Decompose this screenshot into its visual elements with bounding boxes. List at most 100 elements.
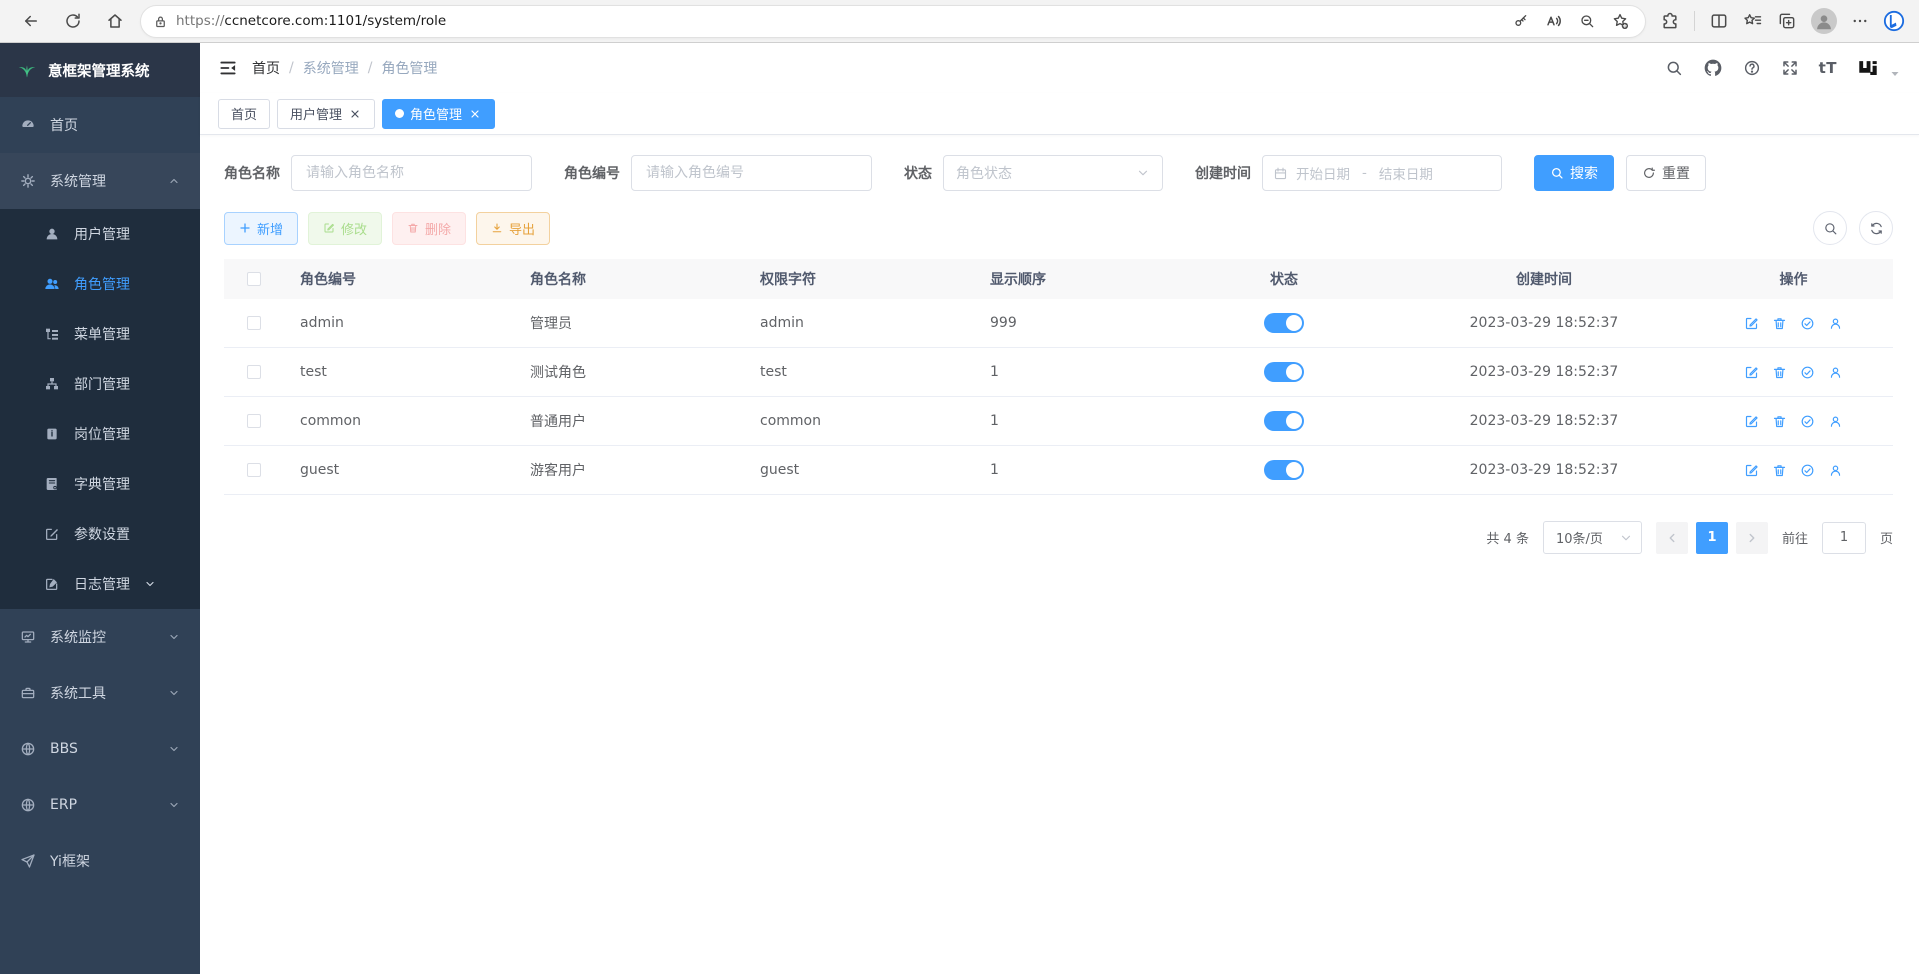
sidebar-item-department-management[interactable]: 部门管理: [0, 359, 200, 409]
table-row: test 测试角色 test 1 2023-03-29 18:52:37: [224, 348, 1893, 397]
app-logo[interactable]: 意框架管理系统: [0, 43, 200, 97]
sidebar-item-system-monitor[interactable]: 系统监控: [0, 609, 200, 665]
help-icon[interactable]: [1743, 59, 1761, 77]
show-search-toggle-button[interactable]: [1813, 211, 1847, 245]
role-name-input[interactable]: [291, 155, 532, 191]
browser-home-button[interactable]: [98, 4, 132, 38]
sidebar-item-parameter-settings[interactable]: 参数设置: [0, 509, 200, 559]
caret-down-icon[interactable]: [1889, 68, 1901, 80]
row-edit-icon[interactable]: [1744, 463, 1759, 478]
split-screen-icon[interactable]: [1709, 11, 1729, 31]
sidebar-item-yi-framework[interactable]: Yi框架: [0, 833, 200, 889]
role-code-label: 角色编号: [564, 163, 620, 183]
row-delete-icon[interactable]: [1772, 414, 1787, 429]
sidebar-item-log-management[interactable]: 日志管理: [0, 559, 200, 609]
close-icon[interactable]: [468, 107, 482, 121]
row-delete-icon[interactable]: [1772, 316, 1787, 331]
status-toggle[interactable]: [1264, 313, 1304, 333]
row-edit-icon[interactable]: [1744, 316, 1759, 331]
row-edit-icon[interactable]: [1744, 414, 1759, 429]
add-favorite-icon[interactable]: [1611, 12, 1629, 30]
next-page-button[interactable]: [1736, 522, 1768, 554]
row-checkbox[interactable]: [247, 463, 261, 477]
zoom-out-icon[interactable]: [1579, 13, 1595, 29]
close-icon[interactable]: [348, 107, 362, 121]
password-key-icon[interactable]: [1513, 13, 1529, 29]
row-assign-user-icon[interactable]: [1828, 316, 1843, 331]
page-size-select[interactable]: 10条/页: [1543, 521, 1642, 554]
delete-button[interactable]: 删除: [392, 212, 466, 245]
cell-created: 2023-03-29 18:52:37: [1394, 462, 1694, 478]
status-toggle[interactable]: [1264, 460, 1304, 480]
tab-user-management[interactable]: 用户管理: [277, 99, 375, 129]
page-unit-label: 页: [1880, 528, 1893, 547]
sidebar-item-post-management[interactable]: 岗位管理: [0, 409, 200, 459]
row-data-scope-icon[interactable]: [1800, 365, 1815, 380]
sidebar-item-system-tools[interactable]: 系统工具: [0, 665, 200, 721]
row-delete-icon[interactable]: [1772, 365, 1787, 380]
header-search-icon[interactable]: [1665, 59, 1683, 77]
browser-back-button[interactable]: [14, 4, 48, 38]
yi-logo-avatar[interactable]: [1857, 57, 1879, 79]
row-assign-user-icon[interactable]: [1828, 414, 1843, 429]
cell-perm: test: [744, 364, 974, 380]
status-select[interactable]: 角色状态: [943, 155, 1163, 191]
row-assign-user-icon[interactable]: [1828, 365, 1843, 380]
edit-button[interactable]: 修改: [308, 212, 382, 245]
row-checkbox[interactable]: [247, 365, 261, 379]
sidebar-item-erp[interactable]: ERP: [0, 777, 200, 833]
sidebar-item-system-management[interactable]: 系统管理: [0, 153, 200, 209]
leaf-logo-icon: [16, 59, 38, 81]
row-checkbox[interactable]: [247, 316, 261, 330]
create-time-range-picker[interactable]: 开始日期 - 结束日期: [1262, 155, 1502, 191]
column-header-actions: 操作: [1694, 269, 1893, 289]
favorites-icon[interactable]: [1743, 11, 1763, 31]
row-data-scope-icon[interactable]: [1800, 316, 1815, 331]
breadcrumb-home[interactable]: 首页: [252, 58, 280, 78]
breadcrumb-system[interactable]: 系统管理: [303, 58, 359, 78]
fullscreen-icon[interactable]: [1781, 59, 1799, 77]
page-number-current[interactable]: 1: [1696, 522, 1728, 554]
sidebar-collapse-button[interactable]: [218, 58, 238, 78]
chevron-down-icon: [1619, 531, 1633, 545]
search-button[interactable]: 搜索: [1534, 155, 1614, 191]
sidebar-item-role-management[interactable]: 角色管理: [0, 259, 200, 309]
end-date-placeholder: 结束日期: [1379, 163, 1433, 183]
tab-label: 角色管理: [410, 104, 462, 123]
sidebar-item-menu-management[interactable]: 菜单管理: [0, 309, 200, 359]
status-toggle[interactable]: [1264, 362, 1304, 382]
collections-icon[interactable]: [1777, 11, 1797, 31]
status-toggle[interactable]: [1264, 411, 1304, 431]
sidebar-item-home[interactable]: 首页: [0, 97, 200, 153]
browser-refresh-button[interactable]: [56, 4, 90, 38]
browser-profile-avatar[interactable]: [1811, 8, 1837, 34]
role-code-input[interactable]: [631, 155, 872, 191]
reset-button[interactable]: 重置: [1626, 155, 1706, 191]
row-assign-user-icon[interactable]: [1828, 463, 1843, 478]
extensions-icon[interactable]: [1660, 11, 1680, 31]
font-size-icon[interactable]: tT: [1819, 59, 1837, 77]
bing-chat-icon[interactable]: [1883, 10, 1905, 32]
more-menu-icon[interactable]: [1851, 12, 1869, 30]
github-icon[interactable]: [1703, 58, 1723, 78]
add-button[interactable]: 新增: [224, 212, 298, 245]
row-delete-icon[interactable]: [1772, 463, 1787, 478]
sidebar-item-bbs[interactable]: BBS: [0, 721, 200, 777]
select-all-checkbox[interactable]: [247, 272, 261, 286]
export-button[interactable]: 导出: [476, 212, 550, 245]
cell-order: 999: [974, 315, 1174, 331]
row-data-scope-icon[interactable]: [1800, 463, 1815, 478]
sidebar-item-user-management[interactable]: 用户管理: [0, 209, 200, 259]
prev-page-button[interactable]: [1656, 522, 1688, 554]
row-checkbox[interactable]: [247, 414, 261, 428]
sidebar-item-dict-management[interactable]: 字典管理: [0, 459, 200, 509]
row-edit-icon[interactable]: [1744, 365, 1759, 380]
row-data-scope-icon[interactable]: [1800, 414, 1815, 429]
tab-role-management[interactable]: 角色管理: [382, 99, 495, 129]
refresh-table-button[interactable]: [1859, 211, 1893, 245]
read-aloud-icon[interactable]: [1545, 12, 1563, 30]
column-header-role-name: 角色名称: [514, 269, 744, 289]
goto-page-input[interactable]: [1822, 522, 1866, 554]
tab-home[interactable]: 首页: [218, 99, 270, 129]
address-bar[interactable]: https://ccnetcore.com:1101/system/role: [140, 5, 1646, 38]
